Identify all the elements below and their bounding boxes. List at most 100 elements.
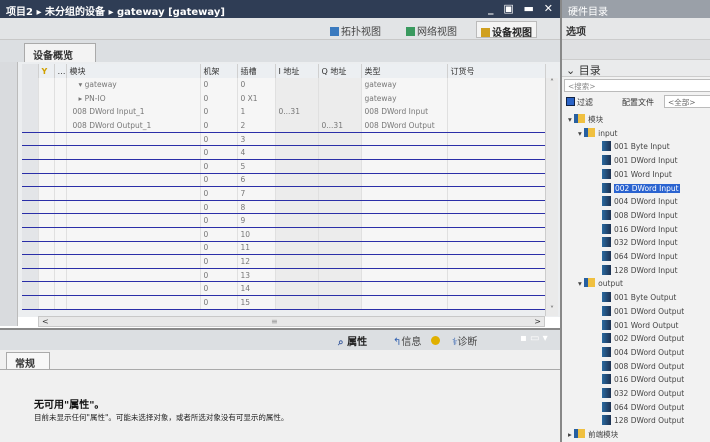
table-row[interactable]: 0 15 [22,295,546,310]
cell-order[interactable] [447,91,546,106]
cell-i[interactable]: 0...31 [275,105,319,119]
cell-slot[interactable]: 5 [237,159,276,174]
cell-order[interactable] [447,254,546,269]
cell-i[interactable] [275,78,319,92]
cell-module[interactable] [66,213,201,229]
cell-i[interactable] [275,186,319,201]
cell-gutter[interactable] [22,132,39,147]
tree-item-input[interactable]: 016 DWord Input [602,223,678,236]
cell-order[interactable] [447,145,546,161]
cell-i[interactable] [275,173,319,188]
cell-gutter[interactable] [22,200,39,215]
cell-rack[interactable]: 0 [200,91,238,106]
cell-rack[interactable]: 0 [200,159,238,174]
tree-item-input[interactable]: 001 Word Input [602,168,672,181]
cell-module[interactable] [66,295,201,310]
cell-gutter[interactable] [54,145,67,161]
cell-type[interactable] [361,295,448,310]
cell-type[interactable]: gateway [361,91,448,106]
cell-rack[interactable]: 0 [200,295,238,310]
tree-item-input[interactable]: 001 Byte Input [602,140,670,153]
cell-type[interactable] [361,254,448,269]
catalog-search-input[interactable]: <搜索> [564,79,710,92]
cell-order[interactable] [447,213,546,229]
col-q-address[interactable]: Q 地址 [318,64,362,78]
cell-type[interactable] [361,268,448,283]
cell-gutter[interactable] [54,200,67,215]
cell-gutter[interactable] [38,173,55,188]
device-view-button[interactable]: 设备视图 [476,21,537,39]
cell-gutter[interactable] [54,227,67,242]
cell-gutter[interactable] [54,186,67,201]
cell-slot[interactable]: 0 [237,78,276,92]
cell-gutter[interactable] [38,295,55,310]
tree-item-input[interactable]: 128 DWord Input [602,264,678,277]
cell-i[interactable] [275,241,319,256]
cell-type[interactable] [361,227,448,242]
cell-module[interactable] [66,227,201,242]
catalog-section-header[interactable]: ⌄ 目录 [562,59,710,77]
table-row[interactable]: ▾ gateway 0 0 gateway [22,78,546,92]
cell-slot[interactable]: 3 [237,132,276,147]
table-row[interactable]: 0 13 [22,268,546,283]
cell-slot[interactable]: 11 [237,241,276,256]
cell-i[interactable] [275,200,319,215]
tab-diagnostics[interactable]: ⚕诊断 [452,333,477,348]
cell-module[interactable] [66,254,201,269]
cell-gutter[interactable] [22,159,39,174]
cell-gutter[interactable] [38,105,55,119]
cell-rack[interactable]: 0 [200,186,238,201]
table-row[interactable]: 07 [22,186,546,201]
cell-gutter[interactable] [38,200,55,215]
cell-type[interactable] [361,241,448,256]
tree-item-input[interactable]: 008 DWord Input [602,209,678,222]
col-module[interactable]: 模块 [66,64,201,78]
cell-module[interactable] [66,159,201,174]
cell-rack[interactable]: 0 [200,281,238,296]
col-more[interactable]: … [54,64,67,78]
network-view-button[interactable]: 网络视图 [402,21,461,38]
cell-gutter[interactable] [22,254,39,269]
cell-gutter[interactable] [54,78,67,92]
cell-gutter[interactable] [54,268,67,283]
tab-info[interactable]: ↰信息 [393,333,440,348]
cell-gutter[interactable] [22,186,39,201]
cell-slot[interactable]: 4 [237,145,276,161]
cell-gutter[interactable] [38,227,55,242]
tree-item-input[interactable]: 004 DWord Input [602,195,678,208]
cell-q[interactable] [318,105,362,119]
cell-gutter[interactable] [38,254,55,269]
cell-gutter[interactable] [22,241,39,256]
cell-rack[interactable]: 0 [200,227,238,242]
table-row[interactable]: 06 [22,173,546,188]
cell-q[interactable] [318,295,362,310]
cell-order[interactable] [447,118,546,133]
tree-item-input[interactable]: 064 DWord Input [602,250,678,263]
options-section[interactable]: 选项 [562,18,710,40]
tree-folder-frontend[interactable]: ▸ 前端模块 [568,428,618,441]
cell-module[interactable]: ▾ gateway [66,78,201,92]
breadcrumb-device[interactable]: gateway [gateway] [117,7,225,18]
table-row[interactable]: 008 DWord Output_1 0 2 0...31 008 DWord Outp… [22,118,546,133]
cell-rack[interactable]: 0 [200,173,238,188]
cell-gutter[interactable] [38,132,55,147]
cell-rack[interactable]: 0 [200,268,238,283]
col-rack[interactable]: 机架 [200,64,238,78]
cell-order[interactable] [447,200,546,215]
side-collapse-bar[interactable] [0,62,18,326]
cell-slot[interactable]: 9 [237,213,276,229]
cell-q[interactable] [318,132,362,147]
cell-module[interactable] [66,132,201,147]
cell-gutter[interactable] [54,118,67,133]
cell-q[interactable] [318,200,362,215]
tree-item-output[interactable]: 001 Byte Output [602,291,676,304]
cell-rack[interactable]: 0 [200,118,238,133]
cell-order[interactable] [447,159,546,174]
breadcrumb-project[interactable]: 项目2 [6,7,33,18]
cell-gutter[interactable] [54,241,67,256]
cell-gutter[interactable] [38,241,55,256]
cell-gutter[interactable] [54,213,67,229]
window-controls[interactable]: _ ▣ ▬ ✕ [488,2,556,15]
cell-i[interactable] [275,281,319,296]
tree-item-output[interactable]: 032 DWord Output [602,387,684,400]
